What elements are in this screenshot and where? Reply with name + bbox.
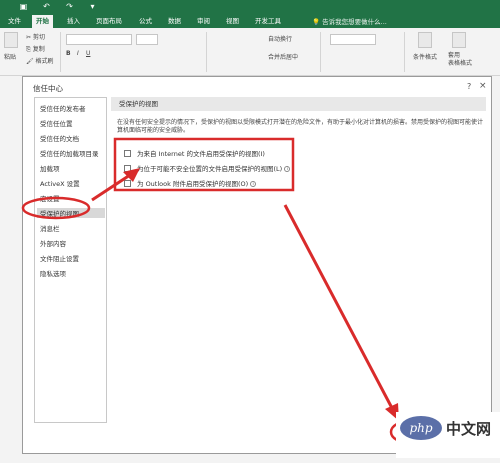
protected-view-panel: 受保护的视图 在没有任何安全提示的情况下，受保护的视图以受限模式打开潜在的危险文…: [111, 97, 486, 423]
checkbox-unsafe-locations[interactable]: [124, 165, 131, 172]
table-format-button[interactable]: 套用 表格格式: [448, 52, 472, 68]
lightbulb-icon: 💡: [312, 18, 321, 26]
nav-item-message-bar[interactable]: 消息栏: [40, 223, 60, 233]
cut-button[interactable]: ✂ 剪切: [26, 32, 45, 41]
nav-item-addins[interactable]: 加载项: [40, 163, 60, 173]
brush-icon: 🖌: [26, 58, 34, 65]
nav-item-trusted-publishers[interactable]: 受信任的发布者: [40, 103, 86, 113]
checkbox-internet-files[interactable]: [124, 150, 131, 157]
info-icon: i: [250, 181, 257, 187]
paste-icon[interactable]: [4, 32, 18, 48]
number-format-select[interactable]: [330, 34, 376, 45]
watermark: php 中文网: [396, 412, 500, 458]
nav-item-external-content[interactable]: 外部内容: [40, 238, 66, 248]
customize-icon[interactable]: ▾: [87, 1, 98, 12]
option-internet-files-label: 为来自 Internet 的文件启用受保护的视图(I): [137, 150, 265, 158]
save-icon[interactable]: ▣: [18, 1, 29, 12]
undo-icon[interactable]: ↶: [41, 1, 52, 12]
dialog-title: 信任中心: [33, 84, 63, 93]
underline-button[interactable]: U: [86, 50, 90, 57]
tell-me-text: 告诉我您想要做什么...: [322, 18, 387, 26]
font-name-select[interactable]: [66, 34, 132, 45]
help-button[interactable]: ?: [467, 82, 471, 91]
title-bar: ▣ ↶ ↷ ▾: [0, 0, 500, 14]
tab-page-layout[interactable]: 页面布局: [92, 15, 126, 28]
tab-formulas[interactable]: 公式: [135, 15, 156, 28]
format-painter-button[interactable]: 🖌 格式刷: [26, 56, 54, 65]
table-format-icon[interactable]: [452, 32, 466, 48]
nav-item-trusted-locations[interactable]: 受信任位置: [40, 118, 73, 128]
nav-item-protected-view[interactable]: 受保护的视图: [37, 208, 105, 218]
trust-center-dialog: 信任中心 ? × 受信任的发布者 受信任位置 受信任的文档 受信任的加载项目录 …: [22, 76, 492, 454]
copy-icon: ⎘: [26, 46, 31, 53]
tell-me-search[interactable]: 💡 告诉我您想要做什么...: [312, 16, 387, 26]
nav-item-trusted-documents[interactable]: 受信任的文档: [40, 133, 79, 143]
nav-item-macro-settings[interactable]: 宏设置: [40, 193, 60, 203]
option-internet-files[interactable]: 为来自 Internet 的文件启用受保护的视图(I): [124, 148, 265, 158]
php-logo: php: [400, 416, 442, 440]
tab-file[interactable]: 文件: [4, 15, 25, 28]
font-size-select[interactable]: [136, 34, 158, 45]
close-button[interactable]: ×: [479, 81, 487, 91]
ribbon: 粘贴 ✂ 剪切 ⎘ 复制 🖌 格式刷 B I U 自动换行 合并后居中 条件格式…: [0, 28, 500, 76]
section-description: 在没有任何安全提示的情况下，受保护的视图以受限模式打开潜在的危险文件，有助于最小…: [117, 119, 484, 134]
option-outlook-attachments[interactable]: 为 Outlook 附件启用受保护的视图(O) i: [124, 178, 257, 188]
option-outlook-attachments-label: 为 Outlook 附件启用受保护的视图(O): [137, 180, 249, 188]
nav-item-privacy[interactable]: 隐私选项: [40, 268, 66, 278]
nav-item-file-block[interactable]: 文件阻止设置: [40, 253, 79, 263]
tab-home[interactable]: 开始: [32, 15, 53, 28]
merge-center-button[interactable]: 合并后居中: [268, 52, 298, 61]
tab-developer[interactable]: 开发工具: [251, 15, 285, 28]
scissors-icon: ✂: [26, 34, 32, 41]
option-unsafe-locations[interactable]: 为位于可能不安全位置的文件启用受保护的视图(L) i: [124, 163, 291, 173]
tab-insert[interactable]: 插入: [63, 15, 84, 28]
nav-item-trusted-addin-catalogs[interactable]: 受信任的加载项目录: [40, 148, 99, 158]
conditional-format-icon[interactable]: [418, 32, 432, 48]
redo-icon[interactable]: ↷: [64, 1, 75, 12]
info-icon: i: [284, 166, 291, 172]
tab-data[interactable]: 数据: [164, 15, 185, 28]
tab-view[interactable]: 视图: [222, 15, 243, 28]
copy-button[interactable]: ⎘ 复制: [26, 44, 45, 54]
tab-review[interactable]: 审阅: [193, 15, 214, 28]
trust-center-nav: 受信任的发布者 受信任位置 受信任的文档 受信任的加载项目录 加载项 Activ…: [34, 97, 107, 423]
conditional-format-button[interactable]: 条件格式: [413, 52, 437, 61]
checkbox-outlook-attachments[interactable]: [124, 180, 131, 187]
paste-button[interactable]: 粘贴: [4, 52, 16, 61]
ribbon-tab-bar: 文件 开始 插入 页面布局 公式 数据 审阅 视图 开发工具 💡 告诉我您想要做…: [0, 14, 500, 28]
option-unsafe-locations-label: 为位于可能不安全位置的文件启用受保护的视图(L): [137, 165, 283, 173]
italic-button[interactable]: I: [77, 50, 79, 57]
wrap-text-button[interactable]: 自动换行: [268, 34, 292, 43]
nav-item-activex[interactable]: ActiveX 设置: [40, 178, 80, 188]
watermark-text: 中文网: [446, 420, 492, 438]
bold-button[interactable]: B: [66, 50, 71, 57]
section-title: 受保护的视图: [111, 97, 486, 111]
